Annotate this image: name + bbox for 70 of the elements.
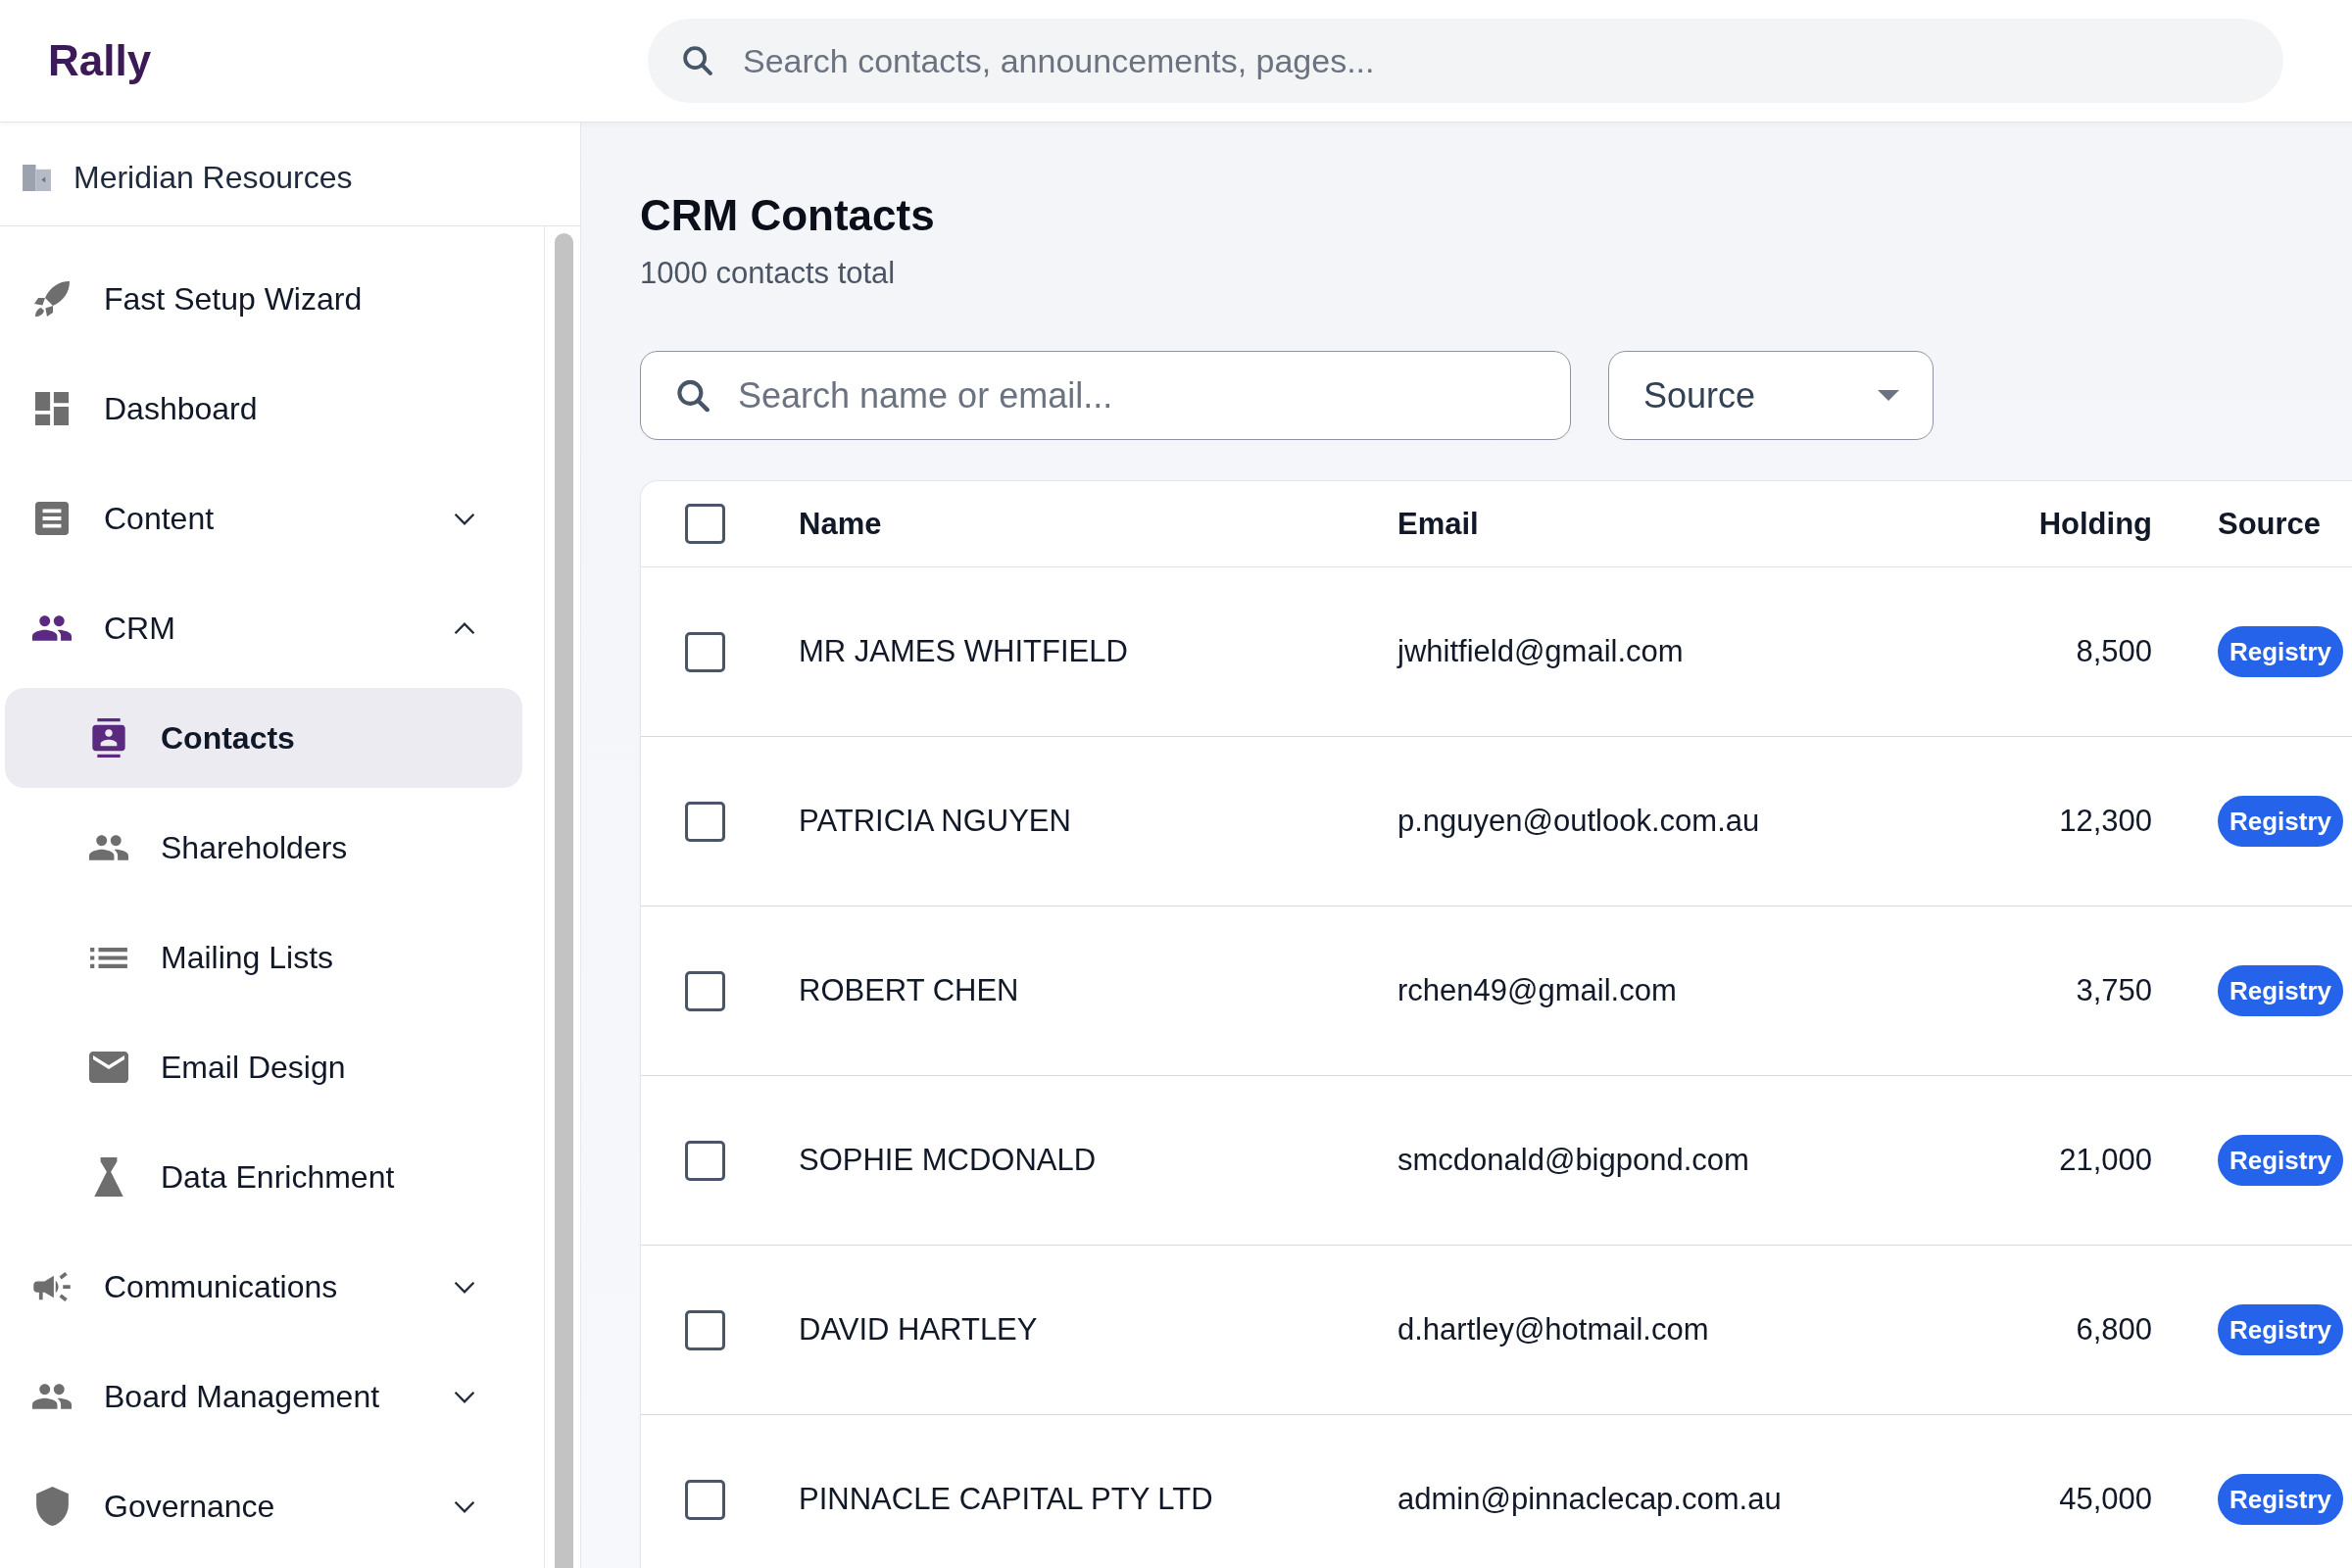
- name-cell: SOPHIE MCDONALD: [799, 1143, 1097, 1177]
- column-header: Source: [2218, 506, 2322, 541]
- column-header: Holding: [2038, 506, 2152, 541]
- nav-item[interactable]: Content: [5, 468, 522, 568]
- email-cell: p.nguyen@outlook.com.au: [1397, 804, 1760, 838]
- contact-card-icon: [92, 718, 125, 758]
- nav-subitem[interactable]: Contacts: [5, 688, 522, 788]
- email-cell: d.hartley@hotmail.com: [1397, 1312, 1709, 1347]
- checkbox[interactable]: [685, 1479, 725, 1520]
- nav-subitem[interactable]: Email Design: [5, 1017, 522, 1117]
- people-icon: [32, 615, 72, 641]
- checkbox[interactable]: [685, 801, 725, 842]
- checkbox[interactable]: [685, 1140, 725, 1181]
- name-cell: MR JAMES WHITFIELD: [799, 634, 1128, 668]
- email-cell: rchen49@gmail.com: [1397, 973, 1677, 1007]
- shield-icon: [35, 1487, 69, 1526]
- nav-item[interactable]: Governance: [5, 1456, 522, 1556]
- search-icon: [683, 46, 712, 75]
- checkbox[interactable]: [685, 970, 725, 1011]
- nav-item[interactable]: Dashboard: [5, 359, 522, 459]
- megaphone-icon: [33, 1272, 71, 1301]
- logo: Rally: [48, 36, 152, 84]
- hourglass-icon: [94, 1157, 123, 1197]
- source-tag: Registry: [2218, 965, 2344, 1016]
- people-icon: [32, 1384, 72, 1409]
- holding-cell: 12,300: [2059, 804, 2152, 838]
- document-icon: [35, 502, 69, 535]
- column-header: Name: [799, 506, 882, 541]
- envelope-icon: [89, 1052, 128, 1083]
- nav-subitem[interactable]: Mailing Lists: [5, 907, 522, 1007]
- holding-cell: 45,000: [2059, 1482, 2152, 1516]
- people-icon: [89, 835, 128, 860]
- list-icon: [90, 947, 127, 968]
- search-icon: [677, 379, 710, 412]
- checkbox[interactable]: [685, 631, 725, 672]
- name-cell: DAVID HARTLEY: [799, 1312, 1038, 1347]
- nav-item[interactable]: Communications: [5, 1237, 522, 1337]
- nav-subitem[interactable]: Data Enrichment: [5, 1127, 522, 1227]
- source-dropdown[interactable]: Source: [1608, 351, 1934, 440]
- nav-subitem[interactable]: Shareholders: [5, 798, 522, 898]
- holding-cell: 21,000: [2059, 1143, 2152, 1177]
- email-cell: admin@pinnaclecap.com.au: [1397, 1482, 1782, 1516]
- search-field[interactable]: Search name or email...: [640, 351, 1571, 440]
- scrollbar-thumb[interactable]: [555, 233, 573, 1568]
- holding-cell: 8,500: [2076, 634, 2152, 668]
- name-cell: PATRICIA NGUYEN: [799, 804, 1071, 838]
- column-header: Email: [1397, 506, 1479, 541]
- source-tag: Registry: [2218, 626, 2344, 677]
- source-tag: Registry: [2218, 796, 2344, 847]
- email-cell: jwhitfield@gmail.com: [1397, 634, 1684, 668]
- page-title: CRM Contacts: [640, 190, 935, 241]
- checkbox[interactable]: [685, 1309, 725, 1350]
- source-tag: Registry: [2218, 1304, 2344, 1355]
- email-cell: smcdonald@bigpond.com: [1397, 1143, 1749, 1177]
- nav-item[interactable]: Board Management: [5, 1347, 522, 1446]
- grid-icon: [35, 392, 69, 425]
- name-cell: ROBERT CHEN: [799, 973, 1019, 1007]
- source-tag: Registry: [2218, 1135, 2344, 1186]
- source-tag: Registry: [2218, 1474, 2344, 1525]
- rocket-icon: [34, 281, 70, 317]
- nav-item[interactable]: Fast Setup Wizard: [5, 249, 522, 349]
- contact-count: 1000 contacts total: [640, 255, 896, 292]
- nav-item[interactable]: CRM: [5, 578, 522, 678]
- building-icon: [23, 165, 51, 191]
- caret-icon: [1878, 390, 1899, 401]
- search-field[interactable]: Search contacts, announcements, pages...: [648, 19, 2283, 103]
- checkbox[interactable]: [685, 504, 725, 544]
- holding-cell: 3,750: [2076, 973, 2152, 1007]
- holding-cell: 6,800: [2076, 1312, 2152, 1347]
- name-cell: PINNACLE CAPITAL PTY LTD: [799, 1482, 1213, 1516]
